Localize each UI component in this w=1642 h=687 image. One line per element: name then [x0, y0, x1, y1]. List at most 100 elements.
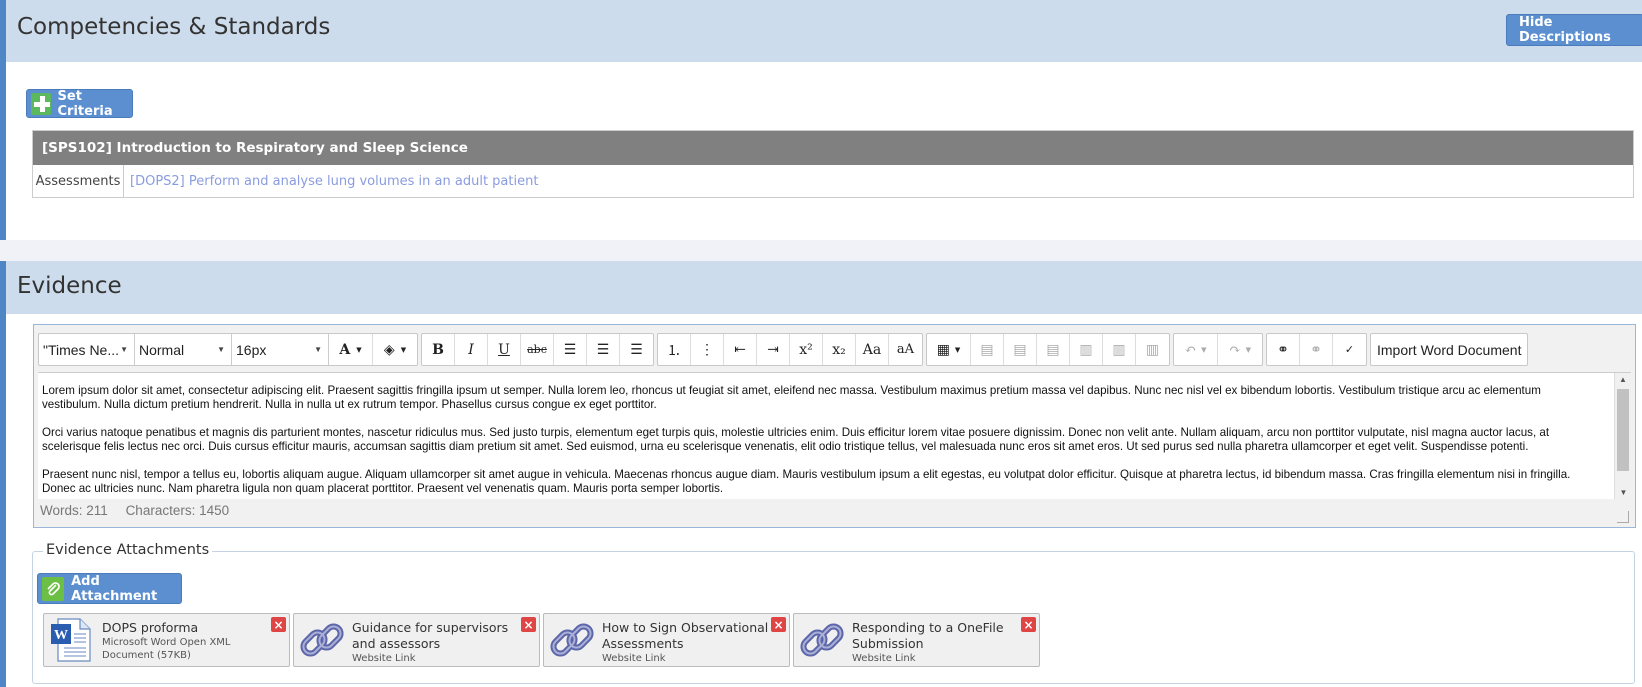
bold-button[interactable]: B — [422, 334, 455, 365]
scroll-down-arrow-icon[interactable]: ▼ — [1615, 486, 1631, 499]
align-center-button[interactable]: ☰ — [587, 334, 620, 365]
paint-bucket-icon: ◈ — [383, 341, 395, 358]
editor-paragraph: Lorem ipsum dolor sit amet, consectetur … — [42, 384, 1541, 411]
scroll-thumb[interactable] — [1617, 389, 1629, 471]
attachment-list: W DOPS proforma Microsoft Word Open XML … — [43, 613, 1043, 667]
paperclip-icon — [42, 576, 65, 601]
indent-button[interactable]: ⇥ — [757, 334, 790, 365]
attachment-type: Website Link — [852, 653, 916, 664]
word-count: Words: 211 — [40, 503, 108, 518]
format-selects: "Times Ne... ▼ Normal ▼ 16px ▼ A ▼ ◈ ▼ — [38, 333, 418, 366]
insert-col-after-button[interactable]: ▥ — [1103, 334, 1136, 365]
chevron-down-icon: ▼ — [1245, 345, 1252, 354]
subscript-button[interactable]: x₂ — [823, 334, 856, 365]
undo-button[interactable]: ↶ ▼ — [1174, 334, 1218, 365]
strikethrough-button[interactable]: abc — [521, 334, 554, 365]
table-col-icon: ▥ — [1145, 341, 1160, 358]
insert-row-before-button[interactable]: ▤ — [971, 334, 1004, 365]
align-left-button[interactable]: ☰ — [554, 334, 587, 365]
italic-button[interactable]: I — [455, 334, 488, 365]
chevron-down-icon: ▼ — [217, 345, 225, 354]
link-icon: ⚭ — [1277, 341, 1289, 358]
editor-content[interactable]: Lorem ipsum dolor sit amet, consectetur … — [38, 372, 1631, 499]
attachments-title: Evidence Attachments — [43, 542, 213, 558]
align-right-button[interactable]: ☰ — [620, 334, 653, 365]
block-format-select[interactable]: Normal ▼ — [135, 334, 232, 365]
numbered-list-icon: ⒈ — [667, 342, 681, 359]
editor-paragraph: Praesent nunc nisl, tempor a tellus eu, … — [42, 468, 1571, 495]
add-attachment-button[interactable]: Add Attachment — [37, 573, 182, 604]
underline-icon: U — [498, 341, 510, 358]
font-family-select[interactable]: "Times Ne... ▼ — [39, 334, 135, 365]
change-case-icon: Aa — [862, 341, 882, 358]
align-left-icon: ☰ — [563, 341, 577, 358]
course-row-label: Assessments — [33, 165, 124, 197]
list-group: ⒈ ⋮ ⇤ ⇥ x² x₂ Aa aA — [657, 333, 923, 366]
import-group: Import Word Document — [1370, 333, 1529, 366]
highlight-color-button[interactable]: ◈ ▼ — [373, 334, 417, 365]
attachment-item[interactable]: How to Sign Observational Assessments We… — [543, 613, 790, 667]
undo-icon: ↶ — [1184, 341, 1197, 358]
attachment-item[interactable]: Responding to a OneFile Submission Websi… — [793, 613, 1040, 667]
unlink-button[interactable]: ⚭ — [1300, 334, 1333, 365]
attachment-type: Website Link — [352, 653, 416, 664]
insert-link-button[interactable]: ⚭ — [1267, 334, 1300, 365]
redo-button[interactable]: ↷ ▼ — [1218, 334, 1262, 365]
competencies-header: Competencies & Standards — [6, 0, 1642, 62]
underline-button[interactable]: U — [488, 334, 521, 365]
assessment-link[interactable]: [DOPS2] Perform and analyse lung volumes… — [124, 165, 538, 197]
table-button[interactable]: ▦ ▼ — [927, 334, 971, 365]
spellcheck-button[interactable]: ✓ — [1333, 334, 1366, 365]
plus-icon — [31, 92, 51, 115]
resize-handle-icon[interactable] — [1617, 511, 1629, 523]
editor-scrollbar[interactable]: ▲ ▼ — [1614, 373, 1631, 499]
text-style-group: B I U abc ☰ ☰ ☰ — [421, 333, 654, 366]
scroll-up-arrow-icon[interactable]: ▲ — [1615, 373, 1631, 387]
numbered-list-button[interactable]: ⒈ — [658, 334, 691, 365]
chevron-down-icon: ▼ — [400, 345, 407, 354]
character-count: Characters: 1450 — [125, 503, 230, 518]
chevron-down-icon: ▼ — [314, 345, 322, 354]
chevron-down-icon: ▼ — [1201, 345, 1207, 354]
remove-attachment-button[interactable]: × — [1021, 617, 1036, 632]
hide-descriptions-button[interactable]: Hide Descriptions — [1506, 14, 1642, 46]
remove-attachment-button[interactable]: × — [521, 617, 536, 632]
spellcheck-icon: ✓ — [1344, 343, 1355, 356]
remove-attachment-button[interactable]: × — [271, 617, 286, 632]
chevron-down-icon: ▼ — [356, 345, 362, 354]
indent-icon: ⇥ — [767, 341, 779, 358]
course-row: Assessments [DOPS2] Perform and analyse … — [33, 165, 1633, 197]
bullet-list-button[interactable]: ⋮ — [691, 334, 724, 365]
bold-icon: B — [432, 341, 444, 358]
italic-icon: I — [468, 341, 474, 358]
attachment-name: How to Sign Observational Assessments — [602, 620, 769, 651]
table-icon: ▦ — [936, 341, 950, 358]
uppercase-icon: aA — [896, 342, 915, 357]
superscript-icon: x² — [799, 341, 813, 358]
font-size-select[interactable]: 16px ▼ — [232, 334, 329, 365]
set-criteria-label: Set Criteria — [57, 88, 113, 119]
import-word-button[interactable]: Import Word Document — [1371, 334, 1527, 365]
competencies-title: Competencies & Standards — [17, 14, 331, 40]
change-case-button[interactable]: Aa — [856, 334, 889, 365]
course-table: [SPS102] Introduction to Respiratory and… — [32, 130, 1634, 198]
uppercase-button[interactable]: aA — [889, 334, 922, 365]
delete-row-button[interactable]: ▤ — [1037, 334, 1070, 365]
attachment-item[interactable]: Guidance for supervisors and assessors W… — [293, 613, 540, 667]
attachment-item[interactable]: W DOPS proforma Microsoft Word Open XML … — [43, 613, 290, 667]
editor-paragraph: Orci varius natoque penatibus et magnis … — [42, 426, 1550, 453]
rich-text-editor: "Times Ne... ▼ Normal ▼ 16px ▼ A ▼ ◈ ▼ B I U … — [33, 324, 1636, 528]
delete-col-button[interactable]: ▥ — [1136, 334, 1169, 365]
insert-col-before-button[interactable]: ▥ — [1070, 334, 1103, 365]
set-criteria-button[interactable]: Set Criteria — [26, 88, 133, 119]
remove-attachment-button[interactable]: × — [771, 617, 786, 632]
history-group: ↶ ▼ ↷ ▼ — [1173, 333, 1263, 366]
outdent-button[interactable]: ⇤ — [724, 334, 757, 365]
link-icon — [298, 616, 346, 664]
chevron-down-icon: ▼ — [120, 345, 128, 354]
superscript-button[interactable]: x² — [790, 334, 823, 365]
link-group: ⚭ ⚭ ✓ — [1266, 333, 1367, 366]
insert-row-after-button[interactable]: ▤ — [1004, 334, 1037, 365]
attachment-name: DOPS proforma — [102, 620, 199, 635]
font-color-button[interactable]: A ▼ — [329, 334, 373, 365]
